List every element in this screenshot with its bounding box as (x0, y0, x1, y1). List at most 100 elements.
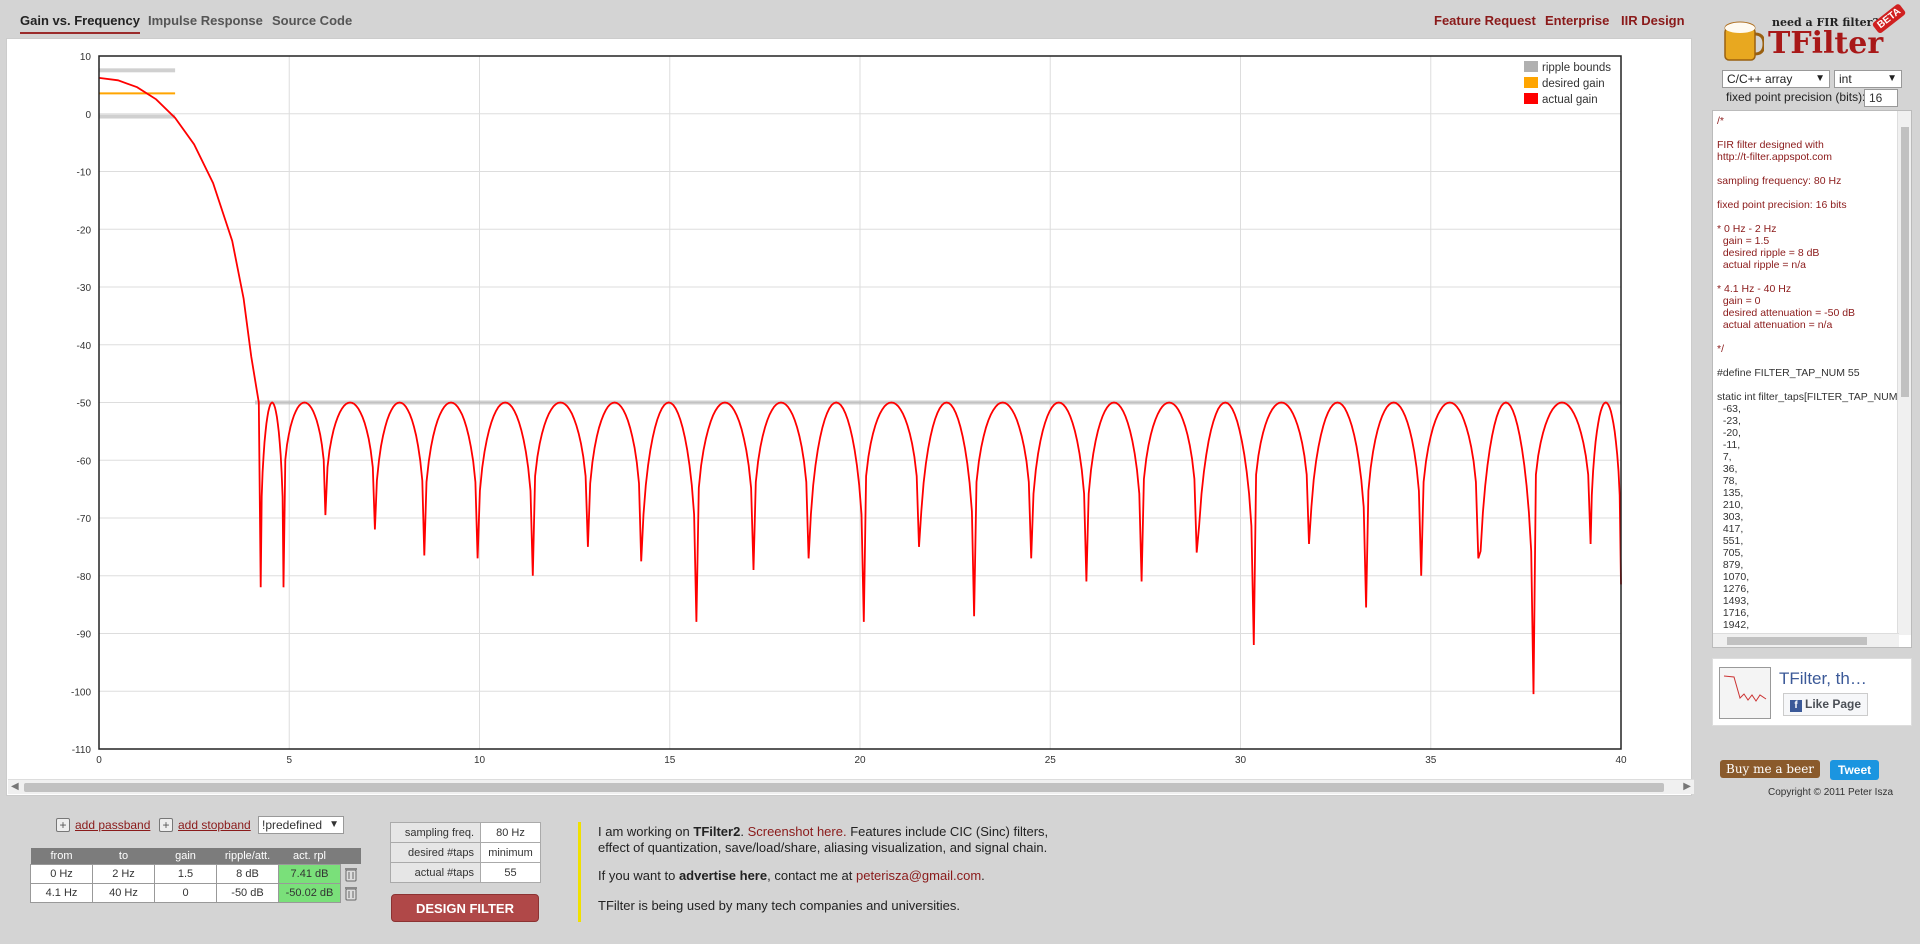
actual-taps-value: 55 (480, 862, 541, 883)
code-line: * 0 Hz - 2 Hz (1717, 223, 1777, 235)
info-text: . (981, 868, 985, 883)
code-line: -11, (1717, 439, 1741, 451)
y-tick-label: -20 (77, 225, 92, 236)
actual-taps-label: actual #taps (390, 862, 481, 883)
iir-design-link[interactable]: IIR Design (1621, 13, 1685, 28)
band-gain-input[interactable]: 0 (154, 882, 217, 903)
trash-icon[interactable] (343, 866, 359, 882)
trash-icon[interactable] (343, 885, 359, 901)
legend-swatch (1524, 93, 1538, 104)
col-gain: gain (154, 848, 217, 864)
band-to-input[interactable]: 2 Hz (92, 863, 155, 884)
band-gain-input[interactable]: 1.5 (154, 863, 217, 884)
precision-input[interactable]: 16 (1864, 89, 1898, 107)
legend-label: actual gain (1542, 94, 1598, 106)
code-line: 1276, (1717, 583, 1750, 595)
code-horizontal-scrollbar[interactable] (1713, 633, 1899, 647)
sampling-freq-input[interactable]: 80 Hz (480, 822, 541, 843)
y-tick-label: -60 (77, 456, 92, 467)
tfilter-logo[interactable]: need a FIR filter? TFilter BETA (1720, 2, 1910, 66)
number-type-select[interactable]: int ▼ (1834, 70, 1902, 88)
info-divider (578, 822, 581, 922)
desired-taps-input[interactable]: minimum (480, 842, 541, 863)
code-line: -20, (1717, 427, 1741, 439)
plot-horizontal-scrollbar[interactable]: ◀ ▶ (8, 779, 1694, 794)
code-line: fixed point precision: 16 bits (1717, 199, 1847, 211)
chevron-down-icon: ▼ (1815, 73, 1825, 84)
y-tick-label: -70 (77, 514, 92, 525)
add-stopband-link[interactable]: add stopband (178, 818, 251, 832)
screenshot-link[interactable]: Screenshot here. (748, 824, 847, 839)
x-tick-label: 0 (96, 755, 102, 766)
ripple-bound-upper (99, 68, 176, 73)
scroll-right-icon[interactable]: ▶ (1683, 781, 1691, 792)
source-code-text: /* FIR filter designed with http://t-filt… (1717, 115, 1909, 631)
number-type-value: int (1839, 72, 1852, 86)
band-ripple-input[interactable]: 8 dB (216, 863, 279, 884)
tab-gain-vs-frequency[interactable]: Gain vs. Frequency (20, 13, 140, 34)
tab-impulse-response[interactable]: Impulse Response (148, 13, 263, 28)
add-passband-link[interactable]: add passband (75, 818, 150, 832)
email-link[interactable]: peterisza@gmail.com (856, 868, 981, 883)
col-ripple: ripple/att. (216, 848, 279, 864)
scrollbar-thumb[interactable] (1727, 637, 1867, 645)
code-line: http://t-filter.appspot.com (1717, 151, 1832, 163)
info-line-1: I am working on TFilter2. Screenshot her… (598, 824, 1048, 840)
design-filter-button[interactable]: DESIGN FILTER (391, 894, 539, 922)
y-tick-label: -80 (77, 572, 92, 583)
advertise-here-text: advertise here (678, 868, 768, 883)
code-line: sampling frequency: 80 Hz (1717, 175, 1842, 187)
predefined-select[interactable]: !predefined ▼ (258, 816, 344, 834)
y-tick-label: 0 (85, 110, 91, 121)
scrollbar-thumb[interactable] (1901, 127, 1909, 397)
buy-me-a-beer-button[interactable]: Buy me a beer (1720, 760, 1821, 778)
code-line: 78, (1717, 475, 1738, 487)
fb-page-title[interactable]: TFilter, th… (1779, 669, 1867, 689)
enterprise-link[interactable]: Enterprise (1545, 13, 1609, 28)
table-row: 0 Hz 2 Hz 1.5 8 dB 7.41 dB (30, 863, 361, 884)
code-line: desired ripple = 8 dB (1717, 247, 1820, 259)
band-from-input[interactable]: 4.1 Hz (30, 882, 93, 903)
output-format-select[interactable]: C/C++ array ▼ (1722, 70, 1830, 88)
tab-bar: Gain vs. Frequency Impulse Response Sour… (8, 6, 1694, 36)
delete-band-cell (341, 883, 361, 902)
info-text: I am working on (598, 824, 694, 839)
band-from-input[interactable]: 0 Hz (30, 863, 93, 884)
sampling-freq-label: sampling freq. (390, 822, 481, 843)
code-line: 303, (1717, 511, 1744, 523)
band-to-input[interactable]: 40 Hz (92, 882, 155, 903)
info-line-3: If you want to advertise here, contact m… (598, 868, 985, 884)
design-panel: + add passband + add stopband !predefine… (0, 800, 1920, 944)
chevron-down-icon: ▼ (329, 819, 339, 830)
add-stopband-icon[interactable]: + (159, 818, 173, 832)
like-page-button[interactable]: f Like Page (1783, 693, 1869, 716)
delete-band-cell (341, 864, 361, 883)
code-line: FIR filter designed with (1717, 139, 1824, 151)
beer-mug-icon (1724, 21, 1764, 61)
band-ripple-input[interactable]: -50 dB (216, 882, 279, 903)
scrollbar-thumb[interactable] (24, 783, 1664, 792)
table-row: actual #taps 55 (390, 862, 541, 883)
code-vertical-scrollbar[interactable] (1897, 111, 1911, 635)
tab-source-code[interactable]: Source Code (272, 13, 352, 28)
copyright: Copyright © 2011 Peter Isza (1768, 787, 1894, 798)
col-actual-ripple: act. rpl (278, 848, 341, 864)
code-line: actual attenuation = n/a (1717, 319, 1833, 331)
legend-label: ripple bounds (1542, 62, 1611, 74)
table-row: desired #taps minimum (390, 842, 541, 863)
source-code-box[interactable]: /* FIR filter designed with http://t-filt… (1712, 110, 1912, 648)
code-line: 210, (1717, 499, 1744, 511)
stopband-bound (255, 400, 1621, 405)
feature-request-link[interactable]: Feature Request (1434, 13, 1536, 28)
code-line: gain = 0 (1717, 295, 1761, 307)
page-thumbnail[interactable] (1719, 667, 1771, 719)
tweet-button[interactable]: Tweet (1830, 760, 1880, 780)
y-tick-label: -40 (77, 341, 92, 352)
legend-swatch (1524, 77, 1538, 88)
scroll-left-icon[interactable]: ◀ (11, 781, 19, 792)
add-passband-icon[interactable]: + (56, 818, 70, 832)
facebook-icon: f (1790, 700, 1802, 712)
